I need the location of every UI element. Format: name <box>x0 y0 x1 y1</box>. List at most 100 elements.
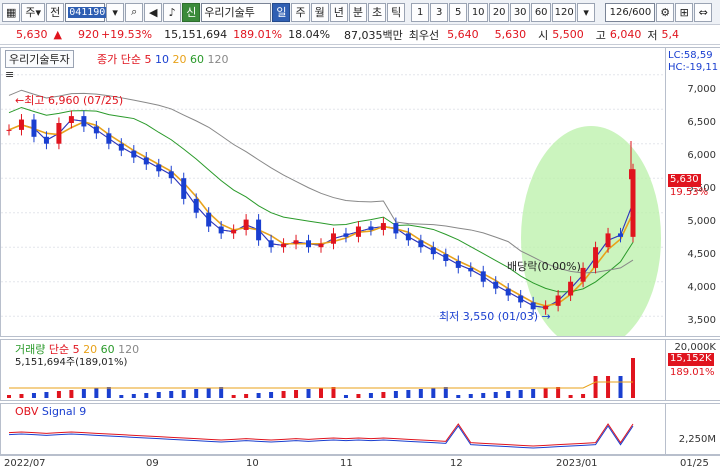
stock-name-field[interactable]: 우리기술투 <box>201 2 272 22</box>
volume-bar <box>493 392 498 398</box>
prev-button[interactable]: 전 <box>46 2 65 22</box>
speaker-icon[interactable]: ♪ <box>163 2 182 22</box>
interval-30[interactable]: 30 <box>510 2 531 22</box>
interval-60[interactable]: 60 <box>531 2 552 22</box>
period-day[interactable]: 일 <box>272 2 291 22</box>
candle-body <box>206 212 212 227</box>
volume-bar <box>593 376 598 398</box>
period-year[interactable]: 년 <box>329 2 348 22</box>
high-price: 6,040 <box>609 28 642 41</box>
y-tick-6000: 6,000 <box>687 150 716 161</box>
candle-body <box>268 240 274 248</box>
stock-code-input[interactable]: 041190 <box>65 2 107 22</box>
candle-body <box>418 240 424 248</box>
candle-body <box>293 240 299 244</box>
volume-bar <box>356 394 361 398</box>
interval-5[interactable]: 5 <box>449 2 468 22</box>
volume-bar <box>31 393 36 398</box>
volume-bar <box>481 393 486 398</box>
candle-body <box>430 247 436 255</box>
open-label: 시 <box>538 28 549 42</box>
candle-body <box>18 119 24 130</box>
candle-body <box>580 267 586 282</box>
volume-bar <box>281 391 286 398</box>
data-count-field[interactable]: 126/600 <box>605 2 656 22</box>
y-tick-4500: 4,500 <box>687 249 716 260</box>
zoom-icon[interactable]: ◀ <box>144 2 163 22</box>
candle-body <box>143 157 149 165</box>
obv-panel[interactable]: OBV Signal 9 <box>0 403 666 455</box>
interval-3[interactable]: 3 <box>430 2 449 22</box>
interval-20[interactable]: 20 <box>489 2 510 22</box>
volume-bar <box>556 387 561 398</box>
volume-bar <box>219 387 224 398</box>
y-tick-6500: 6,500 <box>687 117 716 128</box>
y-tick-5000: 5,000 <box>687 216 716 227</box>
interval-dropdown-icon[interactable]: ▾ <box>577 2 596 22</box>
candle-body <box>493 281 499 289</box>
candle-body <box>306 240 312 248</box>
price-change: 920 <box>77 28 99 41</box>
hc-label: HC:-19,11 <box>668 62 719 73</box>
price-panel-title[interactable]: 우리기술투자 <box>5 50 74 68</box>
interval-10[interactable]: 10 <box>468 2 489 22</box>
volume-bar <box>231 395 236 398</box>
volume-bar <box>294 390 299 398</box>
volume-bar <box>206 388 211 398</box>
volume-bar <box>406 390 411 398</box>
volume-bar <box>181 390 186 398</box>
quote-strip: 5,630 ▲ 920 +19.53% 15,151,694 189.01% 1… <box>0 25 720 45</box>
candle-body <box>256 219 262 241</box>
candle-body <box>231 229 237 234</box>
period-month[interactable]: 월 <box>310 2 329 22</box>
settings-icon[interactable]: ⚙ <box>656 2 675 22</box>
obv-legend: OBV Signal 9 <box>15 405 86 418</box>
volume-bar <box>581 394 586 398</box>
best-ask-label: 최우선 <box>408 28 440 42</box>
date-12: 12 <box>450 458 463 469</box>
period-second[interactable]: 초 <box>367 2 387 22</box>
candle-body <box>118 143 124 151</box>
open-price: 5,500 <box>552 28 584 41</box>
candle-body <box>443 254 449 261</box>
up-arrow-icon: ▲ <box>53 28 62 41</box>
candle-body <box>81 116 87 127</box>
interval-120[interactable]: 120 <box>552 2 577 22</box>
search-icon[interactable]: ⌕ <box>125 2 144 22</box>
volume-last-pct: 189.01% <box>670 367 715 378</box>
volume-bar <box>431 388 436 398</box>
chart-toolbar: ▦ 주 ▾ 전 041190 ▾ ⌕ ◀ ♪ 신 우리기술투 일 주 월 년 분 … <box>0 0 720 25</box>
volume-bar <box>506 391 511 398</box>
stock-code-value: 041190 <box>68 6 107 18</box>
current-price: 5,630 <box>16 28 48 41</box>
expand-icon[interactable]: ⇔ <box>694 2 713 22</box>
volume-bar <box>106 387 111 398</box>
volume-bar <box>7 395 11 398</box>
period-minute[interactable]: 분 <box>348 2 367 22</box>
grid-view-icon[interactable]: ⊞ <box>675 2 694 22</box>
period-week[interactable]: 주 <box>291 2 310 22</box>
obv-y-tick: 2,250M <box>678 434 716 445</box>
candle-body <box>281 243 287 248</box>
high-label: 고 <box>595 28 606 42</box>
volume-summary: 5,151,694주(189,01%) <box>15 357 128 368</box>
volume-bar <box>393 391 398 398</box>
market-select[interactable]: 주 ▾ <box>21 2 46 22</box>
candle-body <box>505 288 511 296</box>
candle-body <box>156 164 162 172</box>
obv-axis: 2,250M <box>666 403 720 455</box>
volume-bar <box>44 392 49 398</box>
volume-bar <box>456 395 461 398</box>
period-tick[interactable]: 틱 <box>387 2 406 22</box>
volume-bar <box>418 389 423 398</box>
layout-grid-icon[interactable]: ▦ <box>2 2 21 22</box>
candle-body <box>181 178 187 199</box>
interval-1[interactable]: 1 <box>411 2 430 22</box>
code-dropdown-icon[interactable]: ▾ <box>106 2 125 22</box>
volume-panel[interactable]: 거래량 단순 5 20 60 120 5,151,694주(189,01%) <box>0 339 666 401</box>
candle-body <box>380 223 386 230</box>
volume-bar <box>518 390 523 398</box>
volume-bar <box>368 393 373 398</box>
price-chart-panel[interactable]: 우리기술투자 종가 단순 5 10 20 60 120 ≡ ←최고 6,960 … <box>0 47 666 337</box>
list-icon[interactable]: ≡ <box>5 68 14 81</box>
